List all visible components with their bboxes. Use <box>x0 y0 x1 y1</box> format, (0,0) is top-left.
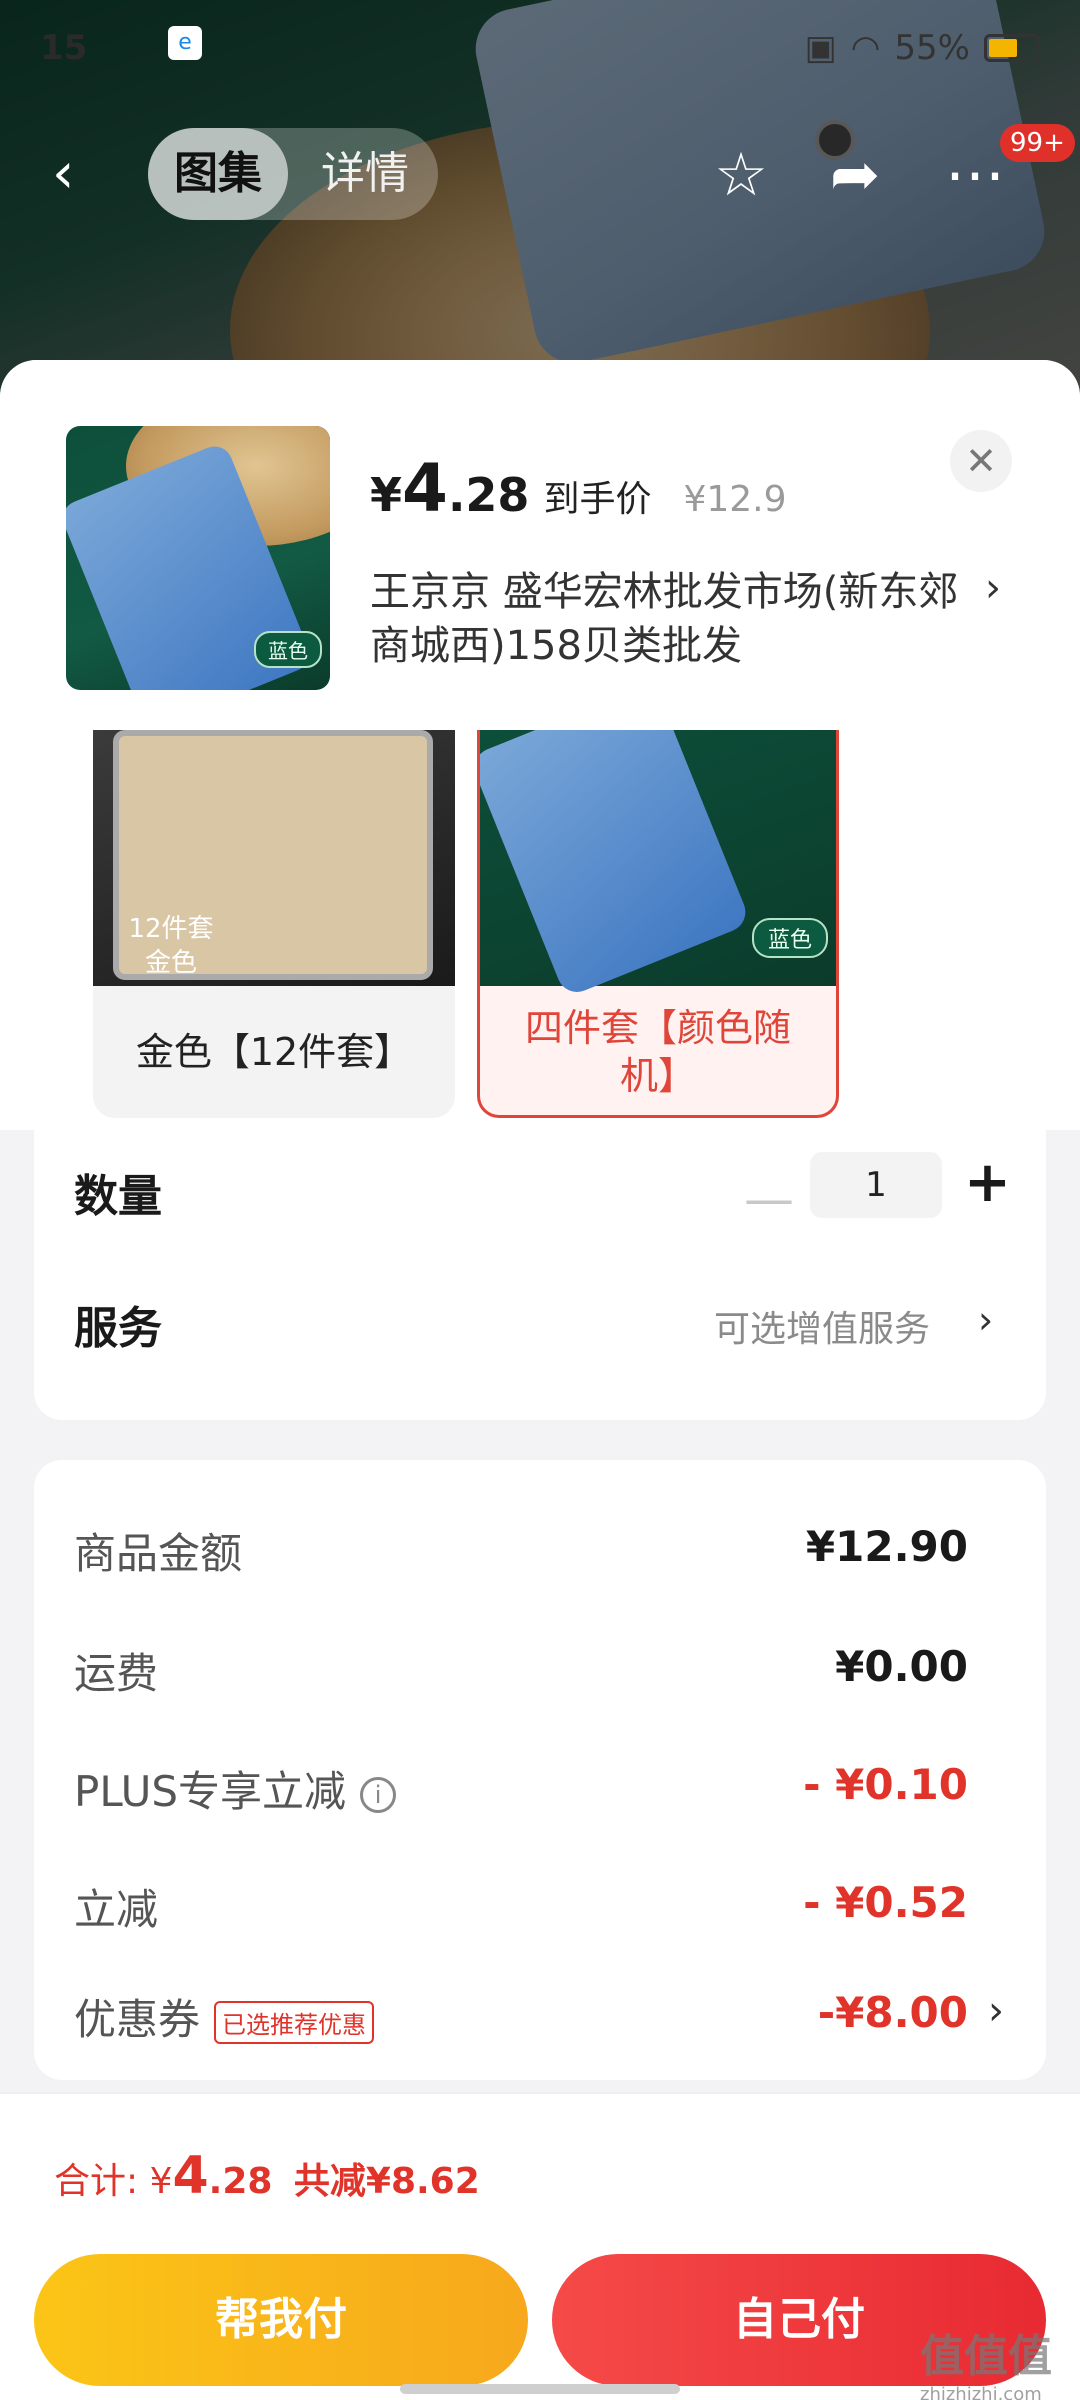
variant-option-gold-12[interactable]: 12件套 金色 金色【12件套】 <box>93 730 455 1118</box>
breakdown-row-coupon[interactable]: 优惠券 已选推荐优惠 -¥8.00 › <box>74 1986 1004 2056</box>
shop-name[interactable]: 王京京 盛华宏林批发市场(新东郊商城西)158贝类批发 <box>370 565 990 673</box>
final-price: ¥4.28 <box>370 450 530 527</box>
battery-percent: 55% <box>894 28 970 68</box>
close-button[interactable]: ✕ <box>950 430 1012 492</box>
favorite-star-icon[interactable]: ☆ <box>706 140 776 210</box>
chevron-right-icon[interactable]: › <box>978 1298 993 1342</box>
battery-icon <box>984 34 1040 62</box>
variant-label: 金色【12件套】 <box>135 1030 413 1074</box>
help-pay-button[interactable]: 帮我付 <box>34 2254 528 2386</box>
quantity-input[interactable]: 1 <box>810 1152 942 1218</box>
home-indicator[interactable] <box>400 2384 680 2394</box>
final-price-label: 到手价 <box>543 479 652 520</box>
wifi-icon: ◠ <box>850 28 881 68</box>
variant-option-four-piece[interactable]: 蓝色 四件套【颜色随机】 <box>477 730 839 1118</box>
app-notification-icon: e <box>168 26 202 60</box>
price-line: ¥4.28 到手价 ¥12.9 <box>370 450 787 527</box>
share-icon[interactable]: ➦ <box>820 140 890 210</box>
chevron-right-icon[interactable]: › <box>985 565 1001 611</box>
message-badge: 99+ <box>1000 124 1075 162</box>
sim-icon: ▣ <box>804 28 837 68</box>
total-saved: 共减¥8.62 <box>293 2161 480 2202</box>
thumb-color-tag: 蓝色 <box>254 631 322 668</box>
variant-image-label: 12件套 金色 <box>128 914 214 978</box>
service-value[interactable]: 可选增值服务 <box>714 1300 930 1352</box>
top-nav: ‹ 图集 详情 ☆ ➦ ⋯ 99+ <box>0 120 1080 230</box>
breakdown-row-shipping: 运费 ¥0.00 <box>74 1642 968 1698</box>
product-thumbnail[interactable]: 蓝色 <box>66 426 330 690</box>
tab-gallery[interactable]: 图集 <box>148 128 288 220</box>
chevron-right-icon[interactable]: › <box>988 1988 1004 2034</box>
breakdown-row-plus-discount: PLUS专享立减 i - ¥0.10 <box>74 1760 968 1816</box>
info-icon[interactable]: i <box>360 1776 397 1813</box>
coupon-tag: 已选推荐优惠 <box>214 2001 375 2044</box>
total-line: 合计: ¥4.28 共减¥8.62 <box>54 2146 480 2206</box>
variant-image: 12件套 金色 <box>93 730 455 986</box>
quantity-label: 数量 <box>74 1171 162 1222</box>
options-card: 数量 — 1 + 服务 可选增值服务 › <box>34 1130 1046 1420</box>
breakdown-row-subtotal: 商品金额 ¥12.90 <box>74 1522 968 1578</box>
quantity-decrease-button[interactable]: — <box>744 1170 794 1228</box>
status-time: 15 <box>40 28 88 68</box>
tab-details[interactable]: 详情 <box>300 128 430 220</box>
variant-image: 蓝色 <box>480 730 836 998</box>
variant-label: 四件套【颜色随机】 <box>524 1006 791 1098</box>
service-label: 服务 <box>74 1303 162 1354</box>
quantity-increase-button[interactable]: + <box>964 1150 1011 1215</box>
price-breakdown: 商品金额 ¥12.90 运费 ¥0.00 PLUS专享立减 i - ¥0.10 立… <box>34 1460 1046 2080</box>
breakdown-row-discount: 立减 - ¥0.52 <box>74 1878 968 1934</box>
status-bar: 15 e ▣ ◠ 55% <box>0 22 1080 82</box>
more-icon[interactable]: ⋯ <box>940 140 1010 210</box>
original-price: ¥12.9 <box>683 479 787 520</box>
status-right: ▣ ◠ 55% <box>805 28 1040 68</box>
sheet-header: 蓝色 ¥4.28 到手价 ¥12.9 ✕ 王京京 盛华宏林批发市场(新东郊商城西… <box>0 360 1080 730</box>
variant-selector: 12件套 金色 金色【12件套】 蓝色 四件套【颜色随机】 <box>0 730 1080 1130</box>
checkout-footer: 合计: ¥4.28 共减¥8.62 帮我付 自己付 <box>0 2092 1080 2400</box>
site-watermark: 值值值 zhizhizhi.com <box>920 2331 1052 2400</box>
variant-color-tag: 蓝色 <box>751 918 828 958</box>
back-button[interactable]: ‹ <box>52 144 112 204</box>
